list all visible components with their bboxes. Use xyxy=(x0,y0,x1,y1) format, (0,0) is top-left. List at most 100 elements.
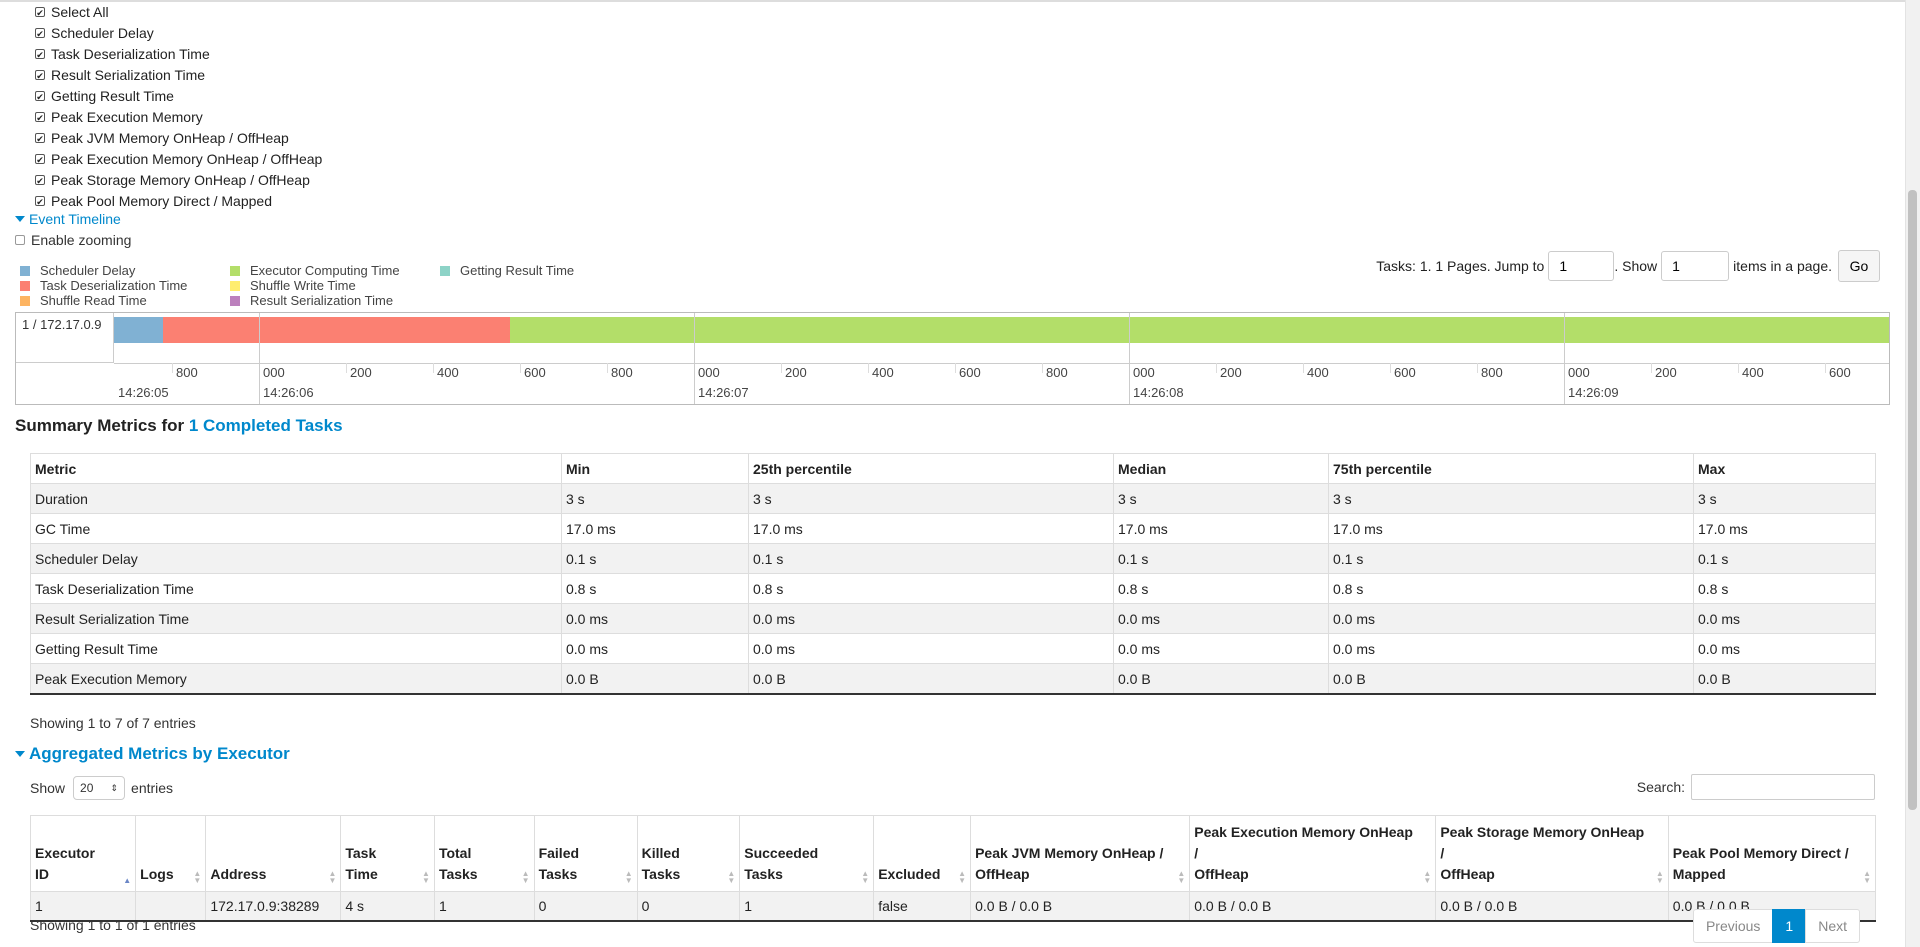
column-header[interactable]: Failed Tasks ▲ ▼ xyxy=(533,815,638,892)
metric-value-cell: 17.0 ms xyxy=(748,513,1114,544)
completed-tasks-link[interactable]: 1 Completed Tasks xyxy=(189,416,343,435)
checkbox-checked-icon[interactable]: ✔ xyxy=(35,174,45,186)
checkbox-checked-icon[interactable]: ✔ xyxy=(35,27,45,39)
column-header[interactable]: Peak Pool Memory Direct / Mapped ▲ ▼ xyxy=(1667,815,1876,892)
metric-value-cell: 0.0 ms xyxy=(1328,633,1694,664)
column-header[interactable]: Excluded ▲ ▼ xyxy=(873,815,971,892)
sort-icon: ▲ ▼ xyxy=(861,869,870,885)
sort-icon: ▲ ▼ xyxy=(521,869,530,885)
sort-icon: ▲ ▼ xyxy=(1655,869,1664,885)
metric-name-cell: Result Serialization Time xyxy=(30,603,562,634)
metric-value-cell: 0.0 B xyxy=(1693,663,1876,695)
checkbox-checked-icon[interactable]: ✔ xyxy=(35,111,45,123)
jump-to-page-input[interactable] xyxy=(1548,251,1615,281)
checkbox-peak-execution-memory[interactable]: ✔ Peak Execution Memory xyxy=(35,106,322,127)
column-header-label: OffHeap xyxy=(975,866,1030,882)
axis-time-label: 14:26:07 xyxy=(698,385,749,400)
axis-tick-label: 400 xyxy=(872,365,894,380)
sort-icon: ▲ ▼ xyxy=(422,869,430,885)
column-header[interactable]: Peak Execution Memory OnHeap / OffHeap ▲ ▼ xyxy=(1189,815,1436,892)
metric-value-cell: 17.0 ms xyxy=(1113,513,1329,544)
checkbox-checked-icon[interactable]: ✔ xyxy=(35,153,45,165)
summary-title-text: Summary Metrics for xyxy=(15,416,189,435)
previous-page-button[interactable]: Previous xyxy=(1692,909,1774,943)
column-header[interactable]: Killed Tasks ▲ ▼ xyxy=(636,815,740,892)
sort-icon: ▲ ▼ xyxy=(958,869,967,885)
caret-down-icon xyxy=(15,216,25,222)
checkbox-select-all[interactable]: ✔ Select All xyxy=(35,1,322,22)
page-1-button[interactable]: 1 xyxy=(1772,909,1807,943)
metric-value-cell: 0.8 s xyxy=(1113,573,1329,604)
column-header-label: Failed xyxy=(538,845,580,861)
summary-metrics-body: Duration 3 s3 s3 s3 s3 s GC Time 17.0 ms 17.… xyxy=(30,483,1876,695)
checkbox-checked-icon[interactable]: ✔ xyxy=(35,69,45,81)
axis-tick-label: 200 xyxy=(785,365,807,380)
task-deserialization-bar[interactable] xyxy=(163,317,510,343)
axis-tick-label: 000 xyxy=(1133,365,1155,380)
metric-value-cell: 3 s xyxy=(1693,483,1876,514)
checkbox-label: Result Serialization Time xyxy=(51,66,206,83)
axis-tick-label: 800 xyxy=(176,365,198,380)
entries-per-page-select[interactable]: 20 ⇕ xyxy=(73,776,126,800)
page-size-input[interactable] xyxy=(1661,251,1730,281)
checkbox-scheduler-delay[interactable]: ✔ Scheduler Delay xyxy=(35,22,322,43)
column-header: 25th percentile xyxy=(748,453,1114,484)
checkbox-peak-jvm-memory[interactable]: ✔ Peak JVM Memory OnHeap / OffHeap xyxy=(35,127,322,148)
checkbox-checked-icon[interactable]: ✔ xyxy=(35,48,45,60)
column-header-label: Tasks xyxy=(744,866,783,882)
table-header-row: Metric Min 25th percentile Median 75th p… xyxy=(30,453,1876,484)
checkbox-checked-icon[interactable]: ✔ xyxy=(35,90,45,102)
column-header-label: Tasks xyxy=(538,866,578,882)
axis-tick-label: 200 xyxy=(1220,365,1242,380)
sort-icon: ▲ ▼ xyxy=(727,869,736,885)
axis-tick-label: 800 xyxy=(1046,365,1068,380)
aggregated-metrics-toggle[interactable]: Aggregated Metrics by Executor xyxy=(15,744,290,764)
entries-length-control: Show 20 ⇕ entries xyxy=(30,776,173,800)
column-header-label: Mapped xyxy=(1672,866,1726,882)
legend-swatch xyxy=(230,265,240,276)
metrics-checkbox-list: ✔ Select All ✔ Scheduler Delay ✔ Task Deser… xyxy=(35,1,322,211)
go-button[interactable]: Go xyxy=(1838,250,1880,282)
column-header[interactable]: Succeeded Tasks ▲ ▼ xyxy=(739,815,874,892)
column-header[interactable]: Executor ID ▲ xyxy=(29,815,136,892)
search-input[interactable] xyxy=(1691,774,1875,800)
summary-metrics-title: Summary Metrics for 1 Completed Tasks xyxy=(15,416,343,436)
checkbox-checked-icon[interactable]: ✔ xyxy=(35,132,45,144)
legend-item: Executor Computing Time xyxy=(230,263,400,278)
checkbox-checked-icon[interactable]: ✔ xyxy=(35,195,45,207)
checkbox-checked-icon[interactable]: ✔ xyxy=(35,6,45,18)
axis-tick-label: 600 xyxy=(524,365,546,380)
checkbox-peak-storage-memory[interactable]: ✔ Peak Storage Memory OnHeap / OffHeap xyxy=(35,169,322,190)
enable-zooming[interactable]: Enable zooming xyxy=(15,232,131,248)
event-timeline-toggle[interactable]: Event Timeline xyxy=(15,211,121,227)
sort-icon: ▲ ▼ xyxy=(624,869,633,885)
checkbox-getting-result-time[interactable]: ✔ Getting Result Time xyxy=(35,85,322,106)
table-header-row: Executor ID ▲ Logs ▲ ▼ Address ▲ ▼ Task Time ▲ ▼ Tota… xyxy=(29,815,1876,892)
next-page-button[interactable]: Next xyxy=(1805,909,1860,943)
column-header[interactable]: Task Time ▲ ▼ xyxy=(340,815,435,892)
executor-computing-bar[interactable] xyxy=(510,317,1889,343)
column-header[interactable]: Peak JVM Memory OnHeap / OffHeap ▲ ▼ xyxy=(970,815,1190,892)
column-header[interactable]: Total Tasks ▲ ▼ xyxy=(433,815,535,892)
legend-label: Executor Computing Time xyxy=(250,263,400,278)
table-row: Task Deserialization Time 0.8 s 0.8 s 0.8 s… xyxy=(30,573,1876,604)
checkbox-peak-execution-memory-onheap[interactable]: ✔ Peak Execution Memory OnHeap / OffHeap xyxy=(35,148,322,169)
table-cell: 1 xyxy=(739,891,874,922)
sort-icon: ▲ ▼ xyxy=(328,869,337,885)
metric-value-cell: 0.8 s xyxy=(561,573,749,604)
metric-value-cell: 3 s xyxy=(1113,483,1329,514)
sort-icon: ▲ ▼ xyxy=(193,869,202,885)
scheduler-delay-bar[interactable] xyxy=(114,317,163,343)
scrollbar-thumb[interactable] xyxy=(1908,190,1917,810)
column-header[interactable]: Address ▲ ▼ xyxy=(205,815,341,892)
checkbox-task-deserialization-time[interactable]: ✔ Task Deserialization Time xyxy=(35,43,322,64)
checkbox-peak-pool-memory[interactable]: ✔ Peak Pool Memory Direct / Mapped xyxy=(35,190,322,211)
column-header[interactable]: Logs ▲ ▼ xyxy=(135,815,206,892)
column-header[interactable]: Peak Storage Memory OnHeap / OffHeap ▲ ▼ xyxy=(1435,815,1669,892)
column-header: 75th percentile xyxy=(1328,453,1694,484)
axis-tick-label: 600 xyxy=(1829,365,1851,380)
legend-label: Shuffle Write Time xyxy=(250,278,356,293)
checkbox-result-serialization-time[interactable]: ✔ Result Serialization Time xyxy=(35,64,322,85)
checkbox-unchecked-icon[interactable] xyxy=(15,235,25,245)
metric-value-cell: 0.8 s xyxy=(1328,573,1694,604)
